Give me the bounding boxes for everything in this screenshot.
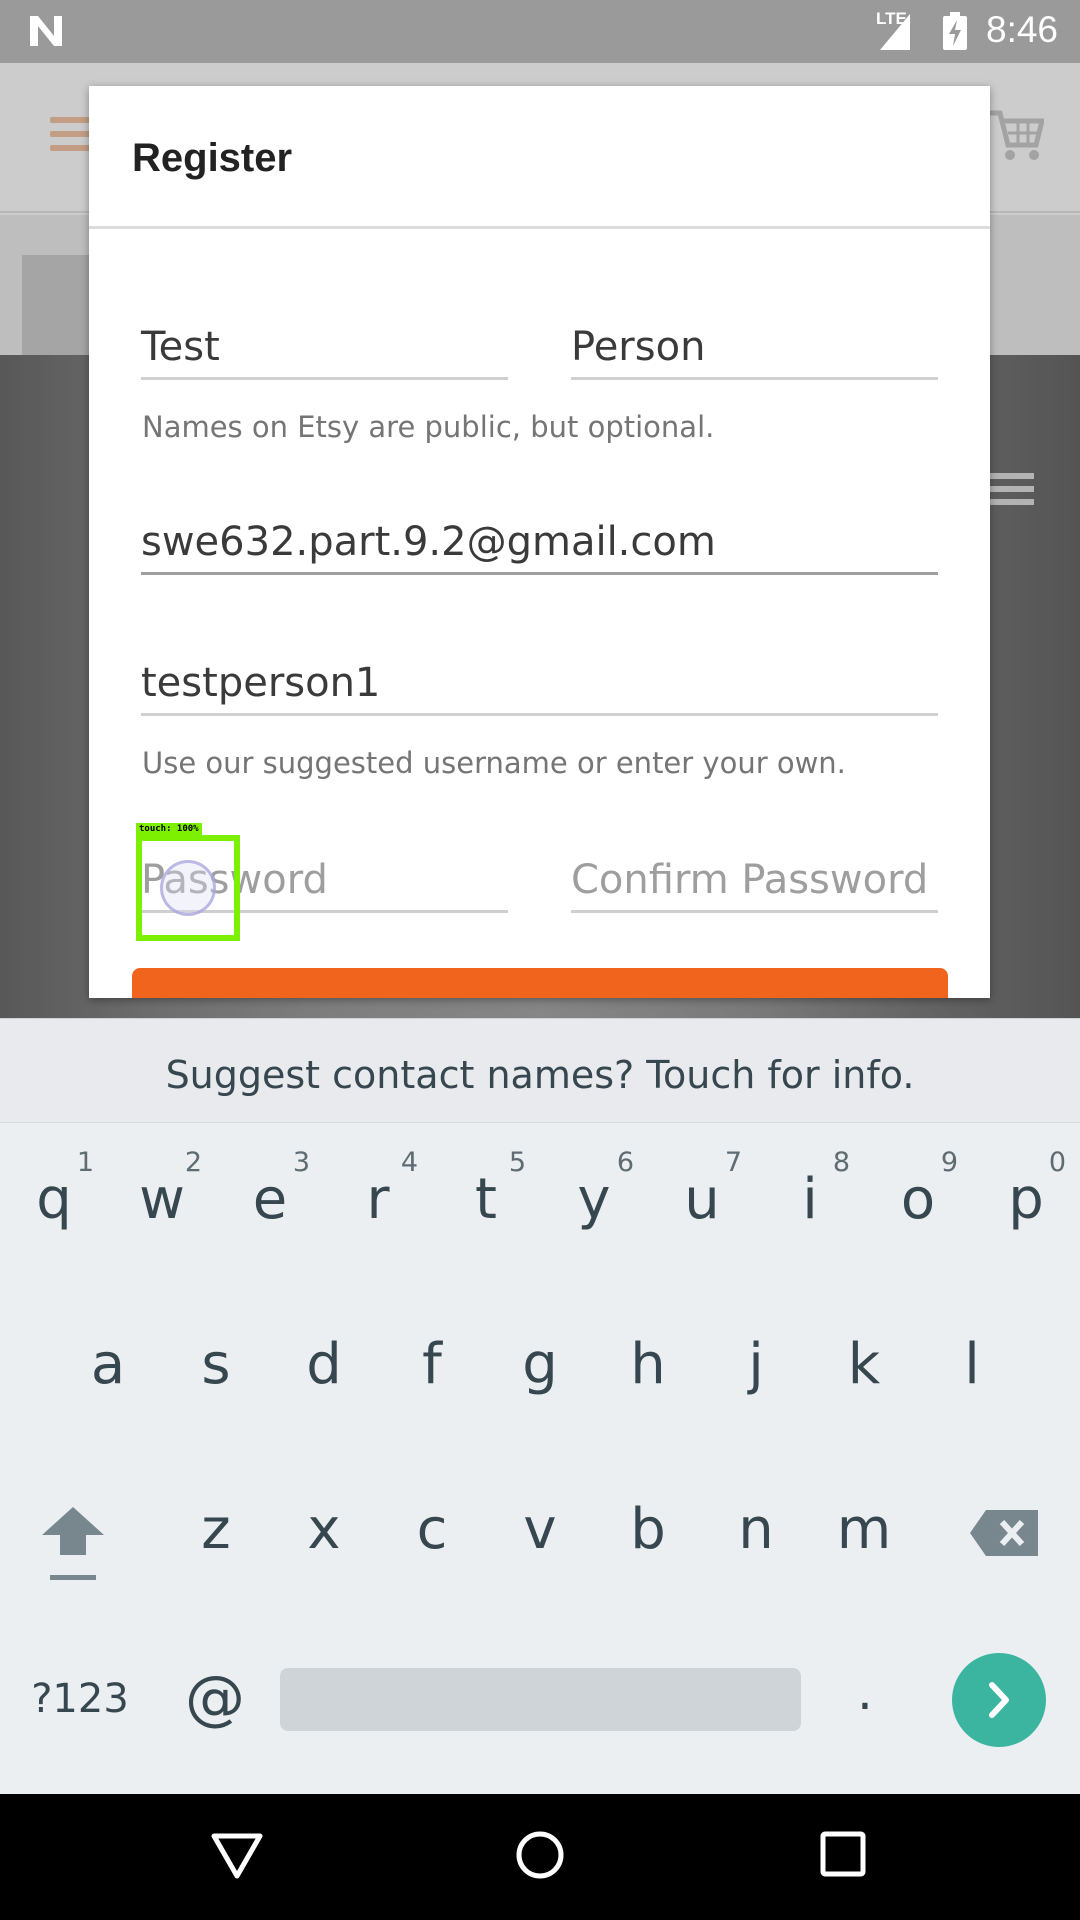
key-g[interactable]: g — [486, 1288, 594, 1448]
key-letter: l — [964, 1332, 980, 1397]
signal-icon — [880, 14, 910, 50]
key-z[interactable]: z — [162, 1453, 270, 1613]
key-e[interactable]: 3e — [216, 1123, 324, 1283]
key-letter: o — [900, 1167, 936, 1232]
first-name-field[interactable]: Test — [141, 316, 508, 380]
n-logo-icon — [30, 16, 62, 46]
register-button[interactable] — [132, 968, 948, 998]
key-w[interactable]: 2w — [108, 1123, 216, 1283]
key-l[interactable]: l — [918, 1288, 1026, 1448]
key-t[interactable]: 5t — [432, 1123, 540, 1283]
divider — [89, 226, 990, 229]
key-b[interactable]: b — [594, 1453, 702, 1613]
key-c[interactable]: c — [378, 1453, 486, 1613]
key-letter: f — [422, 1332, 442, 1397]
suggestion-strip[interactable]: Suggest contact names? Touch for info. — [0, 1018, 1080, 1123]
last-name-field[interactable]: Person — [571, 316, 938, 380]
key-letter: u — [684, 1167, 720, 1232]
navigation-bar — [0, 1794, 1080, 1920]
username-value: testperson1 — [141, 660, 381, 706]
email-field[interactable]: swe632.part.9.2@gmail.com — [141, 511, 938, 575]
key-letter: a — [90, 1332, 126, 1397]
key-letter: x — [307, 1497, 341, 1562]
suggestion-text: Suggest contact names? Touch for info. — [165, 1053, 915, 1097]
home-icon[interactable] — [515, 1830, 565, 1880]
chevron-right-icon — [989, 1682, 1009, 1718]
key-s[interactable]: s — [162, 1288, 270, 1448]
key-j[interactable]: j — [702, 1288, 810, 1448]
key-x[interactable]: x — [270, 1453, 378, 1613]
key-letter: t — [475, 1167, 497, 1232]
key-letter: i — [802, 1167, 818, 1232]
key-v[interactable]: v — [486, 1453, 594, 1613]
key-letter: r — [366, 1167, 390, 1232]
key-o[interactable]: 9o — [864, 1123, 972, 1283]
confirm-password-field[interactable]: Confirm Password — [571, 849, 938, 913]
key-letter: j — [748, 1332, 764, 1397]
period-key[interactable]: . — [830, 1663, 900, 1733]
key-letter: e — [252, 1167, 288, 1232]
recents-icon[interactable] — [820, 1830, 866, 1878]
key-k[interactable]: k — [810, 1288, 918, 1448]
symbols-key[interactable]: ?123 — [20, 1676, 140, 1726]
key-letter: n — [738, 1497, 774, 1562]
key-h[interactable]: h — [594, 1288, 702, 1448]
username-field[interactable]: testperson1 — [141, 652, 938, 716]
dialog-title: Register — [132, 136, 293, 180]
first-name-value: Test — [141, 324, 220, 370]
names-hint: Names on Etsy are public, but optional. — [142, 410, 715, 444]
at-key[interactable]: @ — [170, 1663, 260, 1733]
key-letter: z — [201, 1497, 231, 1562]
key-r[interactable]: 4r — [324, 1123, 432, 1283]
key-p[interactable]: 0p — [972, 1123, 1080, 1283]
key-n[interactable]: n — [702, 1453, 810, 1613]
key-letter: v — [523, 1497, 557, 1562]
key-letter: h — [630, 1332, 666, 1397]
key-letter: k — [847, 1332, 881, 1397]
next-button[interactable] — [952, 1653, 1046, 1747]
key-letter: m — [836, 1497, 892, 1562]
key-letter: w — [139, 1167, 185, 1232]
keyboard: 1q2w3e4r5t6y7u8i9o0p a s d f g h j k l z x c v b nm ?… — [0, 1123, 1080, 1794]
battery-charging-icon — [943, 12, 967, 50]
last-name-value: Person — [571, 324, 706, 370]
confirm-password-placeholder: Confirm Password — [571, 857, 929, 903]
key-f[interactable]: f — [378, 1288, 486, 1448]
key-letter: s — [201, 1332, 231, 1397]
key-letter: p — [1008, 1167, 1044, 1232]
backspace-icon[interactable] — [970, 1508, 1040, 1558]
key-letter: b — [630, 1497, 666, 1562]
touch-ripple — [160, 860, 216, 916]
key-letter: q — [36, 1167, 72, 1232]
username-hint: Use our suggested username or enter your… — [142, 746, 846, 780]
space-key[interactable] — [280, 1668, 801, 1731]
key-q[interactable]: 1q — [0, 1123, 108, 1283]
key-m[interactable]: m — [810, 1453, 918, 1613]
key-letter: g — [522, 1332, 558, 1397]
key-a[interactable]: a — [54, 1288, 162, 1448]
email-value: swe632.part.9.2@gmail.com — [141, 519, 716, 565]
key-letter: c — [416, 1497, 448, 1562]
back-icon[interactable] — [210, 1830, 264, 1880]
key-i[interactable]: 8i — [756, 1123, 864, 1283]
shift-icon[interactable] — [38, 1503, 108, 1583]
status-bar: LTE 8:46 — [0, 0, 1080, 63]
key-letter: d — [306, 1332, 342, 1397]
clock: 8:46 — [986, 9, 1059, 50]
key-letter: y — [577, 1167, 611, 1232]
key-y[interactable]: 6y — [540, 1123, 648, 1283]
key-u[interactable]: 7u — [648, 1123, 756, 1283]
key-d[interactable]: d — [270, 1288, 378, 1448]
